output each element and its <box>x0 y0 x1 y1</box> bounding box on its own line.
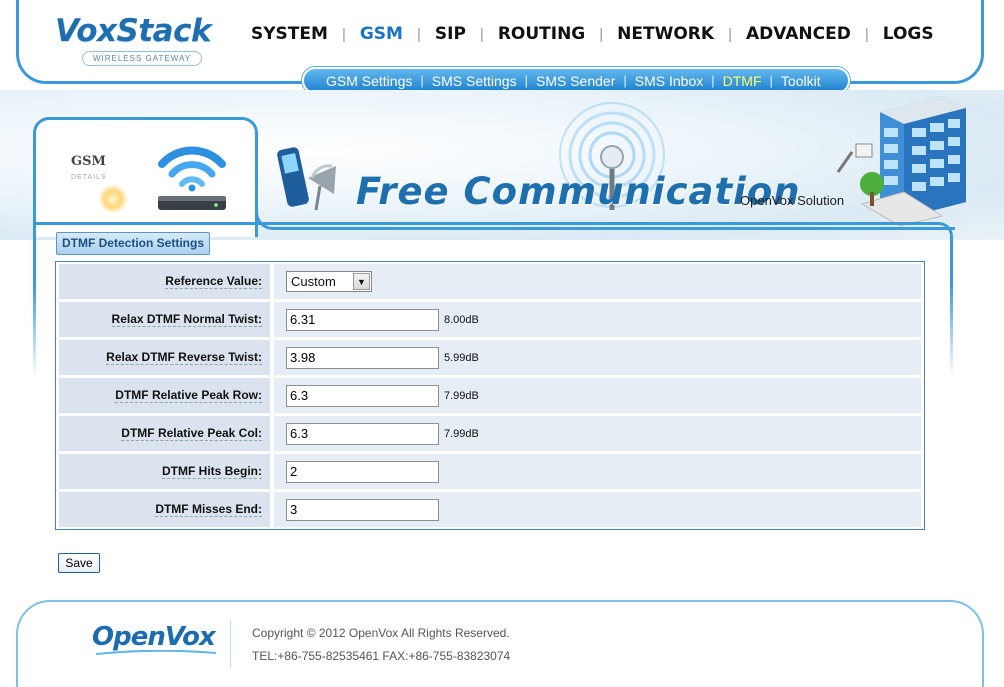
table-row: Relax DTMF Reverse Twist: 5.99dB <box>59 340 921 375</box>
banner-subheadline: OpenVox Solution <box>740 193 845 208</box>
label-cell: DTMF Relative Peak Col: <box>59 416 270 451</box>
value-cell <box>274 454 921 489</box>
peak-col-input[interactable] <box>286 422 439 445</box>
reference-value-select[interactable]: Custom ▼ <box>286 271 372 292</box>
subnav-sms-sender[interactable]: SMS Sender <box>536 73 615 89</box>
subnav-sms-inbox[interactable]: SMS Inbox <box>635 73 703 89</box>
value-cell: 8.00dB <box>274 302 921 337</box>
footer-contact: TEL:+86-755-82535461 FAX:+86-755-8382307… <box>252 649 511 663</box>
hits-begin-input[interactable] <box>286 460 439 483</box>
peak-row-unit: 7.99dB <box>444 389 479 402</box>
reverse-twist-input[interactable] <box>286 346 439 369</box>
table-row: DTMF Hits Begin: <box>59 454 921 489</box>
peak-row-input[interactable] <box>286 384 439 407</box>
main-nav: SYSTEM | GSM | SIP | ROUTING | NETWORK |… <box>251 24 934 44</box>
value-cell: Custom ▼ <box>274 264 921 299</box>
nav-routing[interactable]: ROUTING <box>498 24 585 44</box>
subnav-gsm-settings[interactable]: GSM Settings <box>326 73 412 89</box>
logo-swoosh-icon <box>96 650 216 655</box>
value-cell: 5.99dB <box>274 340 921 375</box>
footer-copyright: Copyright © 2012 OpenVox All Rights Rese… <box>252 626 510 640</box>
label-cell: DTMF Relative Peak Row: <box>59 378 270 413</box>
label-cell: DTMF Hits Begin: <box>59 454 270 489</box>
subnav-separator: | <box>769 73 773 88</box>
subnav-sms-settings[interactable]: SMS Settings <box>432 73 517 89</box>
subnav-separator: | <box>623 73 627 88</box>
normal-twist-label: Relax DTMF Normal Twist: <box>111 312 262 327</box>
wireless-router-icon <box>158 146 226 210</box>
nav-separator: | <box>864 25 869 43</box>
nav-sip[interactable]: SIP <box>435 24 466 44</box>
nav-separator: | <box>479 25 484 43</box>
nav-separator: | <box>341 25 346 43</box>
subnav-separator: | <box>420 73 424 88</box>
peak-col-label: DTMF Relative Peak Col: <box>121 426 262 441</box>
openvox-logo: OpenVox <box>92 622 216 652</box>
chevron-down-icon[interactable]: ▼ <box>353 273 370 290</box>
nav-advanced[interactable]: ADVANCED <box>746 24 851 44</box>
reverse-twist-unit: 5.99dB <box>444 351 479 364</box>
module-tab: GSM DETAILS <box>33 117 258 237</box>
table-row: DTMF Misses End: <box>59 492 921 527</box>
nav-network[interactable]: NETWORK <box>617 24 714 44</box>
hits-begin-label: DTMF Hits Begin: <box>162 464 262 479</box>
table-row: DTMF Relative Peak Row: 7.99dB <box>59 378 921 413</box>
dtmf-settings-table: Reference Value: Custom ▼ Relax DTMF Nor… <box>55 261 925 530</box>
normal-twist-unit: 8.00dB <box>444 313 479 326</box>
module-title: GSM <box>71 154 106 169</box>
logo-tagline: WIRELESS GATEWAY <box>82 51 202 66</box>
misses-end-input[interactable] <box>286 498 439 521</box>
table-row: Reference Value: Custom ▼ <box>59 264 921 299</box>
subnav-separator: | <box>711 73 715 88</box>
peak-row-label: DTMF Relative Peak Row: <box>115 388 262 403</box>
module-subtitle: DETAILS <box>71 174 107 181</box>
nav-separator: | <box>416 25 421 43</box>
subnav-separator: | <box>524 73 528 88</box>
label-cell: Reference Value: <box>59 264 270 299</box>
voxstack-logo[interactable]: VoxStack WIRELESS GATEWAY <box>55 14 235 70</box>
logo-text: VoxStack <box>55 13 212 49</box>
reference-value-label: Reference Value: <box>165 274 262 289</box>
section-title: DTMF Detection Settings <box>56 232 210 255</box>
value-cell: 7.99dB <box>274 378 921 413</box>
nav-separator: | <box>599 25 604 43</box>
label-cell: DTMF Misses End: <box>59 492 270 527</box>
reference-value-selected: Custom <box>291 274 336 289</box>
peak-col-unit: 7.99dB <box>444 427 479 440</box>
table-row: DTMF Relative Peak Col: 7.99dB <box>59 416 921 451</box>
reverse-twist-label: Relax DTMF Reverse Twist: <box>106 350 262 365</box>
nav-logs[interactable]: LOGS <box>883 24 934 44</box>
subnav-dtmf[interactable]: DTMF <box>723 73 762 89</box>
label-cell: Relax DTMF Reverse Twist: <box>59 340 270 375</box>
normal-twist-input[interactable] <box>286 308 439 331</box>
table-row: Relax DTMF Normal Twist: 8.00dB <box>59 302 921 337</box>
label-cell: Relax DTMF Normal Twist: <box>59 302 270 337</box>
value-cell: 7.99dB <box>274 416 921 451</box>
nav-system[interactable]: SYSTEM <box>251 24 328 44</box>
building-icon <box>836 96 966 227</box>
footer: OpenVox Copyright © 2012 OpenVox All Rig… <box>16 600 984 687</box>
footer-divider <box>230 620 231 668</box>
save-button[interactable]: Save <box>58 553 100 573</box>
misses-end-label: DTMF Misses End: <box>155 502 262 517</box>
value-cell <box>274 492 921 527</box>
subnav-toolkit[interactable]: Toolkit <box>781 73 821 89</box>
banner-headline: Free Communication <box>356 170 801 213</box>
nav-separator: | <box>728 25 732 43</box>
glow-decoration <box>98 184 128 214</box>
nav-gsm[interactable]: GSM <box>360 24 403 44</box>
mobile-phone-icon <box>277 147 336 211</box>
